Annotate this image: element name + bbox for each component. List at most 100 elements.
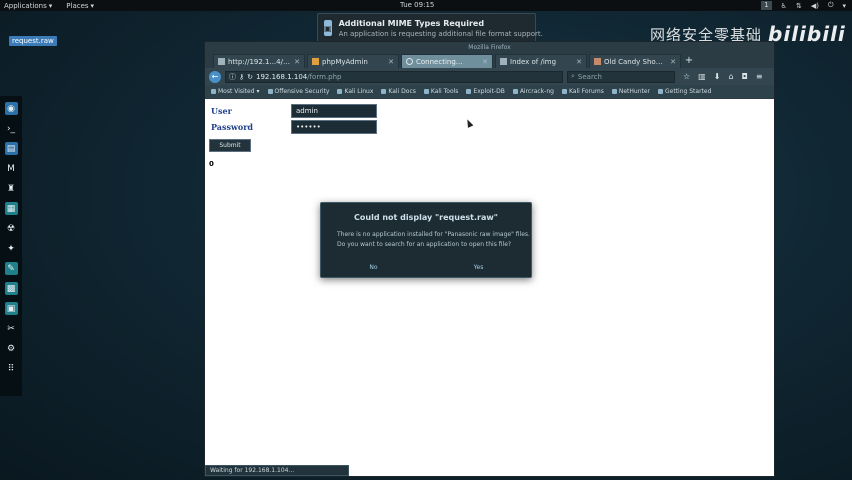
- applications-menu[interactable]: Applications ▾: [4, 2, 52, 10]
- bookmarks-toolbar: Most Visited ▾ Offensive Security Kali Li…: [205, 85, 774, 98]
- places-menu[interactable]: Places ▾: [66, 2, 94, 10]
- show-applications-icon[interactable]: ⠿: [5, 362, 18, 375]
- bookmark-kali-forums[interactable]: Kali Forums: [561, 88, 604, 95]
- page-icon: [218, 58, 225, 65]
- window-title: Mozilla Firefox: [468, 44, 511, 51]
- top-panel: Applications ▾ Places ▾ Tue 09:15 1 ♿ ⇅ …: [0, 0, 852, 11]
- url-host: 192.168.1.104: [256, 72, 308, 81]
- could-not-display-dialog: Could not display "request.raw" There is…: [320, 202, 532, 278]
- bookmark-kali-tools[interactable]: Kali Tools: [423, 88, 458, 95]
- dialog-buttons: No Yes: [321, 262, 531, 273]
- bookmark-exploit-db[interactable]: Exploit-DB: [466, 88, 505, 95]
- bookmark-kali-docs[interactable]: Kali Docs: [381, 88, 416, 95]
- pocket-icon[interactable]: ◘: [742, 72, 748, 81]
- kali-icon: [423, 89, 429, 94]
- tools-icon[interactable]: ✂: [5, 322, 18, 335]
- bookmark-nethunter[interactable]: NetHunter: [611, 88, 650, 95]
- dock: ◉ ›_ ▤ M ♜ ▦ ☢ ✦ ✎ ▩ ▣ ✂ ⚙ ⠿: [0, 96, 22, 396]
- software-bag-icon: ▣: [324, 20, 332, 36]
- files-icon[interactable]: ▤: [4, 142, 18, 155]
- exploitdb-icon: [466, 89, 472, 94]
- bookmark-offensive-security[interactable]: Offensive Security: [267, 88, 329, 95]
- bookmark-aircrack-ng[interactable]: Aircrack-ng: [512, 88, 554, 95]
- search-icon: ⌕: [571, 72, 575, 80]
- kali-icon: [561, 89, 567, 94]
- chevron-down-icon[interactable]: ▾: [842, 2, 846, 10]
- network-icon[interactable]: ⇅: [796, 2, 802, 10]
- chevron-down-icon: ▾: [90, 1, 95, 10]
- user-input[interactable]: admin: [291, 104, 377, 118]
- kali-icon: [381, 89, 387, 94]
- password-input[interactable]: ••••••: [291, 120, 377, 134]
- new-tab-button[interactable]: +: [683, 54, 695, 68]
- page-content: User admin Password •••••• Submit 0 Wait…: [205, 99, 774, 476]
- close-icon[interactable]: ✕: [482, 58, 488, 66]
- settings-icon[interactable]: ⚙: [5, 342, 18, 355]
- notification-title: Additional MIME Types Required: [338, 18, 485, 28]
- close-icon[interactable]: ✕: [576, 58, 582, 66]
- aircrack-icon: [512, 89, 518, 94]
- workspace-indicator[interactable]: 1: [761, 1, 772, 10]
- status-bar: Waiting for 192.168.1.104...: [205, 465, 349, 476]
- firefox-icon[interactable]: ◉: [4, 102, 18, 115]
- desktop-file-request-raw[interactable]: request.raw: [9, 36, 57, 46]
- volume-icon[interactable]: ◀): [811, 2, 819, 10]
- download-icon[interactable]: ⬇: [714, 72, 721, 81]
- power-icon[interactable]: ⏻: [828, 1, 834, 10]
- tab-phpmyadmin[interactable]: phpMyAdmin ✕: [307, 54, 399, 68]
- loading-icon: [406, 58, 413, 65]
- close-icon[interactable]: ✕: [388, 58, 394, 66]
- dialog-title: Could not display "request.raw": [354, 213, 498, 222]
- menu-icon[interactable]: ≡: [756, 72, 763, 81]
- close-icon[interactable]: ✕: [294, 58, 300, 66]
- yes-button[interactable]: Yes: [426, 262, 531, 273]
- dialog-line-2: Do you want to search for an application…: [337, 241, 512, 248]
- system-tray: 1 ♿ ⇅ ◀) ⏻ ▾: [761, 0, 846, 11]
- submit-button[interactable]: Submit: [209, 139, 251, 152]
- applications-label: Applications: [4, 1, 47, 10]
- notification-subtitle: An application is requesting additional …: [338, 29, 543, 38]
- metasploit-icon[interactable]: M: [5, 162, 18, 175]
- leafpad-icon[interactable]: ✎: [4, 262, 18, 275]
- tab-connecting[interactable]: Connecting... ✕: [401, 54, 493, 68]
- faraday-icon[interactable]: ✦: [5, 242, 18, 255]
- firefox-icon: [658, 89, 664, 94]
- mime-notification[interactable]: ▣ Additional MIME Types Required An appl…: [317, 13, 543, 43]
- user-label: User: [211, 106, 232, 116]
- terminal-icon[interactable]: ›_: [5, 122, 18, 135]
- dialog-message: There is no application installed for "P…: [337, 230, 531, 250]
- bookmark-kali-linux[interactable]: Kali Linux: [337, 88, 373, 95]
- home-icon[interactable]: ⌂: [728, 72, 733, 81]
- kali-icon: [337, 89, 343, 94]
- tab-strip: http://192.1...4/index.html ✕ phpMyAdmin…: [205, 53, 774, 68]
- library-icon[interactable]: ▥: [698, 72, 706, 81]
- armitage-icon[interactable]: ♜: [5, 182, 18, 195]
- nav-bar: ← ⓘ ⚷ ↻ 192.168.1.104/form.php ⌕ Search …: [205, 68, 774, 85]
- panel-clock[interactable]: Tue 09:15: [400, 1, 434, 9]
- chevron-down-icon: ▾: [256, 88, 260, 95]
- bookmark-getting-started[interactable]: Getting Started: [658, 88, 711, 95]
- beef-icon[interactable]: ☢: [5, 222, 18, 235]
- result-text: 0: [209, 160, 214, 168]
- info-icon[interactable]: ⓘ: [229, 72, 236, 82]
- cherrytree-icon[interactable]: ▣: [4, 302, 18, 315]
- tab-old-candy-shop[interactable]: Old Candy Shop | Put... ✕: [589, 54, 681, 68]
- dialog-line-1: There is no application installed for "P…: [337, 231, 530, 238]
- search-bar[interactable]: ⌕ Search: [567, 70, 675, 83]
- tab-index[interactable]: http://192.1...4/index.html ✕: [213, 54, 305, 68]
- back-button[interactable]: ←: [209, 70, 221, 83]
- bookmark-most-visited[interactable]: Most Visited ▾: [211, 88, 260, 95]
- close-icon[interactable]: ✕: [670, 58, 676, 66]
- url-bar[interactable]: ⓘ ⚷ ↻ 192.168.1.104/form.php: [225, 70, 563, 83]
- accessibility-icon[interactable]: ♿: [781, 2, 787, 10]
- bookmark-star-icon[interactable]: ☆: [683, 72, 690, 81]
- no-button[interactable]: No: [321, 262, 426, 273]
- tab-index-of-img[interactable]: Index of /img ✕: [495, 54, 587, 68]
- reload-icon[interactable]: ↻: [247, 73, 253, 81]
- gear-icon: [211, 89, 216, 94]
- kali-icon: [611, 89, 617, 94]
- page-icon: [594, 58, 601, 65]
- search-placeholder: Search: [577, 72, 602, 81]
- burpsuite-icon[interactable]: ▦: [4, 202, 18, 215]
- maltego-icon[interactable]: ▩: [4, 282, 18, 295]
